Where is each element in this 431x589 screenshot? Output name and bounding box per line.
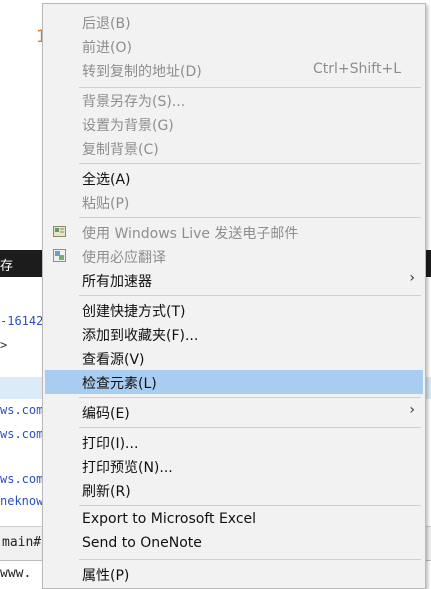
background-code-line: ws.com xyxy=(0,427,44,441)
menu-item-label: 检查元素(L) xyxy=(82,376,157,392)
menu-item-add-to-favorites[interactable]: 添加到收藏夹(F)... xyxy=(45,322,423,346)
background-code-line: ws.com xyxy=(0,472,44,486)
menu-item-label: 所有加速器 xyxy=(82,274,152,290)
menu-item-export-excel[interactable]: Export to Microsoft Excel xyxy=(45,508,423,532)
menu-separator xyxy=(79,559,421,560)
menu-item-bing-translate[interactable]: 使用必应翻译 xyxy=(45,244,423,268)
menu-item-view-source[interactable]: 查看源(V) xyxy=(45,346,423,370)
menu-item-label: 背景另存为(S)... xyxy=(82,94,186,110)
menu-item-refresh[interactable]: 刷新(R) xyxy=(45,478,423,502)
background-code-line: neknow xyxy=(0,494,44,508)
menu-item-print-preview[interactable]: 打印预览(N)... xyxy=(45,454,423,478)
menu-item-label: 添加到收藏夹(F)... xyxy=(82,328,199,344)
chevron-right-icon: › xyxy=(409,270,415,286)
menu-item-label: 粘贴(P) xyxy=(82,196,130,212)
menu-item-print[interactable]: 打印(I)... xyxy=(45,430,423,454)
menu-item-label: 编码(E) xyxy=(82,406,130,422)
menu-item-inspect-element[interactable]: 检查元素(L) xyxy=(45,370,423,394)
menu-item-goto-copied-address[interactable]: 转到复制的地址(D) Ctrl+Shift+L xyxy=(45,58,423,82)
menu-item-label: 使用必应翻译 xyxy=(82,250,166,266)
menu-item-label: 刷新(R) xyxy=(82,484,131,500)
context-menu: 后退(B) 前进(O) 转到复制的地址(D) Ctrl+Shift+L 背景另存… xyxy=(42,3,426,589)
menu-item-label: 打印(I)... xyxy=(82,436,139,452)
menu-item-copy-background[interactable]: 复制背景(C) xyxy=(45,136,423,160)
menu-separator xyxy=(79,217,421,218)
menu-item-label: 查看源(V) xyxy=(82,352,145,368)
menu-separator xyxy=(79,163,421,164)
menu-item-forward[interactable]: 前进(O) xyxy=(45,34,423,58)
menu-item-save-background[interactable]: 背景另存为(S)... xyxy=(45,88,423,112)
menu-item-label: 全选(A) xyxy=(82,172,131,188)
menu-item-create-shortcut[interactable]: 创建快捷方式(T) xyxy=(45,298,423,322)
translate-icon xyxy=(53,249,66,262)
background-code-line: > xyxy=(0,338,8,352)
menu-item-paste[interactable]: 粘贴(P) xyxy=(45,190,423,214)
menu-item-label: 复制背景(C) xyxy=(82,142,159,158)
menu-item-label: 设置为背景(G) xyxy=(82,118,174,134)
background-status-text: main# xyxy=(2,535,42,550)
menu-item-set-background[interactable]: 设置为背景(G) xyxy=(45,112,423,136)
menu-item-label: 后退(B) xyxy=(82,16,131,32)
menu-separator xyxy=(79,397,421,398)
menu-item-label: 属性(P) xyxy=(82,568,130,584)
menu-item-label: Send to OneNote xyxy=(82,535,202,551)
menu-item-label: 创建快捷方式(T) xyxy=(82,304,186,320)
menu-item-label: 转到复制的地址(D) xyxy=(82,64,202,80)
menu-item-label: 使用 Windows Live 发送电子邮件 xyxy=(82,226,299,242)
menu-separator xyxy=(79,295,421,296)
background-code-line: -16142 xyxy=(0,314,44,328)
background-dark-bar-text: 存 xyxy=(0,259,14,274)
menu-item-label: Export to Microsoft Excel xyxy=(82,511,257,527)
background-bottom-text: www. xyxy=(0,566,32,581)
menu-item-properties[interactable]: 属性(P) xyxy=(45,562,423,586)
menu-item-shortcut: Ctrl+Shift+L xyxy=(313,61,401,77)
menu-item-label: 前进(O) xyxy=(82,40,132,56)
email-icon xyxy=(53,225,66,238)
menu-item-email-windows-live[interactable]: 使用 Windows Live 发送电子邮件 xyxy=(45,220,423,244)
menu-item-select-all[interactable]: 全选(A) xyxy=(45,166,423,190)
menu-item-send-onenote[interactable]: Send to OneNote xyxy=(45,532,423,556)
chevron-right-icon: › xyxy=(409,402,415,418)
menu-separator xyxy=(79,505,421,506)
menu-separator xyxy=(79,427,421,428)
menu-item-encoding[interactable]: 编码(E) › xyxy=(45,400,423,424)
background-code-line: ws.com xyxy=(0,403,44,417)
menu-item-label: 打印预览(N)... xyxy=(82,460,173,476)
menu-item-back[interactable]: 后退(B) xyxy=(45,10,423,34)
menu-item-all-accelerators[interactable]: 所有加速器 › xyxy=(45,268,423,292)
